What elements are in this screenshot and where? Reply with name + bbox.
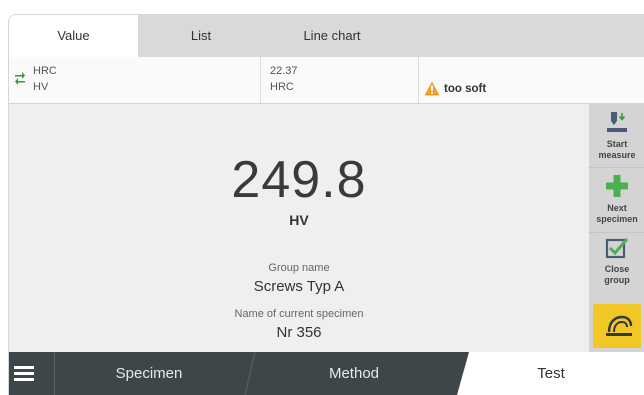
- group-name-label: Group name: [268, 262, 330, 274]
- converted-unit: HRC: [270, 81, 294, 93]
- scale-from: HRC: [33, 65, 57, 77]
- measurement-value: 249.8: [231, 151, 367, 209]
- hamburger-menu-icon[interactable]: [9, 352, 54, 395]
- warning-cell: too soft: [418, 57, 644, 103]
- checkbox-icon: [605, 238, 629, 259]
- nav-tab-method[interactable]: Method: [254, 352, 454, 395]
- measurement-unit: HV: [289, 212, 309, 228]
- tab-line-chart[interactable]: Line chart: [264, 15, 400, 57]
- indenter-icon: [607, 112, 627, 132]
- scale-conversion-cell[interactable]: HRC HV: [9, 57, 261, 103]
- nav-tab-specimen[interactable]: Specimen: [54, 352, 244, 395]
- start-label-2: measure: [598, 150, 636, 160]
- close-label-2: group: [604, 275, 630, 285]
- conversion-info-bar: HRC HV 22.37 HRC too soft: [9, 57, 644, 104]
- convert-arrows-icon: [15, 72, 25, 85]
- scale-to: HV: [33, 81, 49, 93]
- close-group-button[interactable]: Close group: [589, 233, 644, 299]
- plus-icon: [606, 175, 628, 197]
- view-tabs: Value List Line chart: [9, 15, 644, 57]
- measurement-panel: 249.8 HV Group name Screws Typ A Name of…: [9, 104, 589, 352]
- converted-value: 22.37: [270, 65, 298, 77]
- next-label-2: specimen: [596, 214, 638, 224]
- tab-list[interactable]: List: [138, 15, 264, 57]
- converted-value-cell: 22.37 HRC: [260, 57, 419, 103]
- bottom-navigation: Specimen Method Test: [9, 352, 644, 395]
- warning-text: too soft: [444, 83, 487, 95]
- start-measure-button[interactable]: Start measure: [589, 104, 644, 168]
- tab-value[interactable]: Value: [9, 15, 138, 57]
- start-label-1: Start: [606, 139, 628, 149]
- next-label-1: Next: [607, 203, 627, 213]
- specimen-name-label: Name of current specimen: [234, 308, 364, 320]
- hardness-tester-button[interactable]: [593, 304, 641, 348]
- close-label-1: Close: [604, 264, 630, 274]
- warning-icon: [424, 81, 440, 96]
- specimen-name-value: Nr 356: [276, 324, 322, 341]
- group-name-value: Screws Typ A: [253, 278, 345, 295]
- tester-icon: [606, 315, 633, 336]
- next-specimen-button[interactable]: Next specimen: [589, 168, 644, 233]
- action-sidebar: Start measure Next specimen Close group: [589, 104, 644, 352]
- nav-tab-test[interactable]: Test: [457, 352, 644, 395]
- app-window: Value List Line chart HRC HV 22.37 HRC t…: [8, 14, 644, 395]
